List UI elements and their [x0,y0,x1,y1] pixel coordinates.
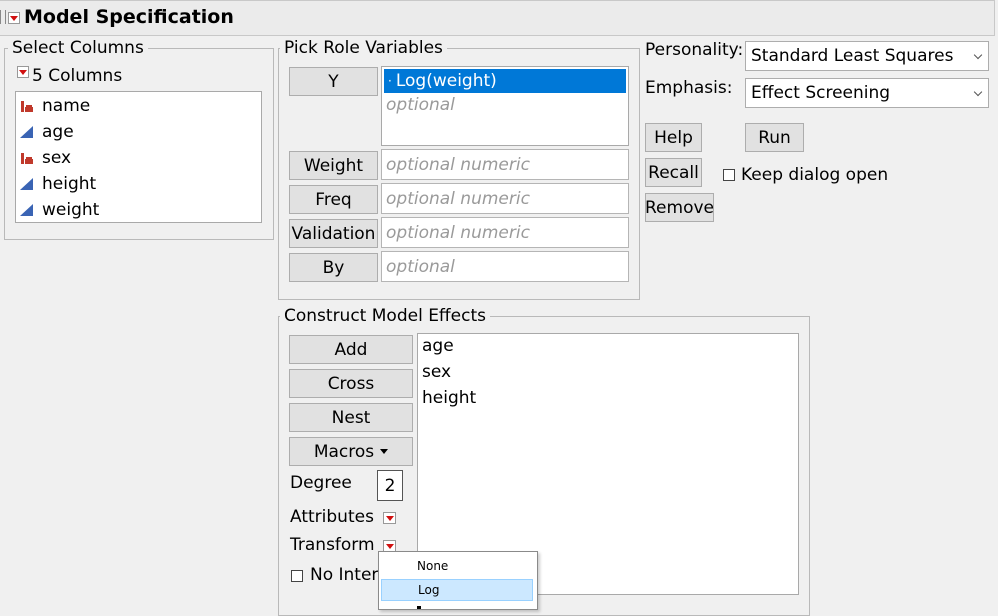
nominal-column-icon [20,99,34,113]
list-item[interactable]: age [422,336,454,356]
continuous-column-icon [20,177,34,191]
personality-select[interactable]: Standard Least Squares [745,41,989,71]
y-role-button[interactable]: Y [289,67,378,96]
by-role-field[interactable]: optional [381,251,629,282]
freq-role-field[interactable]: optional numeric [381,183,629,214]
freq-role-button[interactable]: Freq [289,185,378,214]
no-intercept-label: No Inter [310,565,379,585]
transform-marker-icon: · [388,74,392,88]
validation-role-button[interactable]: Validation [289,219,378,248]
y-role-listbox[interactable]: · Log(weight) optional [381,66,629,146]
list-item[interactable]: sex [422,362,451,382]
emphasis-select[interactable]: Effect Screening [745,78,989,108]
personality-label: Personality: [645,40,744,60]
window-title: Model Specification [24,6,234,28]
transform-label: Transform [290,535,375,555]
continuous-column-icon [20,203,34,217]
weight-role-button[interactable]: Weight [289,151,378,180]
menu-item-partial [417,606,421,609]
attributes-red-triangle-icon[interactable] [383,512,396,524]
attributes-label: Attributes [290,507,374,527]
chevron-down-icon [973,87,983,97]
menu-item-log[interactable]: Log [381,579,533,601]
cross-button[interactable]: Cross [289,369,413,398]
keep-dialog-open-checkbox[interactable] [723,169,735,181]
list-item[interactable]: height [20,171,96,197]
continuous-column-icon [20,125,34,139]
recall-button[interactable]: Recall [645,158,702,187]
list-item[interactable]: sex [20,145,71,171]
no-intercept-checkbox[interactable] [291,570,303,582]
transform-popup-menu: None Log [378,551,538,610]
keep-dialog-open-label: Keep dialog open [741,165,889,185]
nest-button[interactable]: Nest [289,403,413,432]
columns-red-triangle-icon[interactable] [17,66,29,78]
pick-role-variables-label: Pick Role Variables [280,38,447,58]
red-triangle-menu-icon[interactable] [8,12,20,24]
remove-button[interactable]: Remove [645,193,714,222]
macros-button[interactable]: Macros [289,437,413,466]
y-selected-item[interactable]: · Log(weight) [384,69,626,93]
columns-listbox[interactable]: name age sex height weight [15,91,262,223]
nominal-column-icon [20,151,34,165]
select-columns-label: Select Columns [8,38,148,58]
list-item[interactable]: age [20,119,74,145]
y-placeholder: optional [386,95,455,115]
menu-item-none[interactable]: None [381,555,533,577]
list-item[interactable]: weight [20,197,99,223]
run-button[interactable]: Run [745,123,804,152]
degree-input[interactable]: 2 [377,470,403,501]
emphasis-label: Emphasis: [645,78,733,98]
weight-role-field[interactable]: optional numeric [381,149,629,180]
validation-role-field[interactable]: optional numeric [381,217,629,248]
help-button[interactable]: Help [645,123,702,152]
list-item[interactable]: height [422,388,476,408]
caret-down-icon [380,449,389,454]
degree-label: Degree [290,473,352,493]
columns-count: 5 Columns [32,66,123,86]
add-button[interactable]: Add [289,335,413,364]
construct-model-effects-label: Construct Model Effects [280,306,490,326]
drag-handle-icon[interactable] [0,10,6,24]
list-item[interactable]: name [20,93,90,119]
by-role-button[interactable]: By [289,253,378,282]
chevron-down-icon [973,50,983,60]
